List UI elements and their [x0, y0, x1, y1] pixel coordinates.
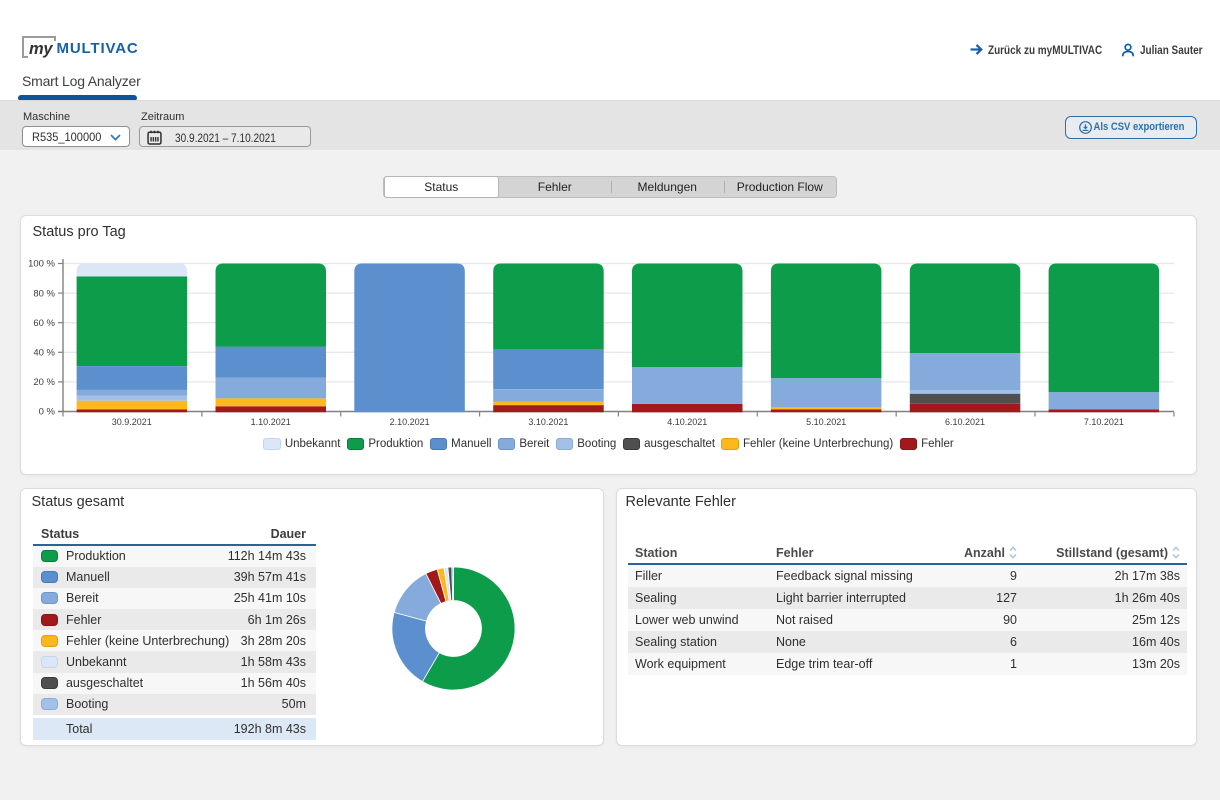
svg-text:5.10.2021: 5.10.2021: [806, 417, 846, 427]
svg-text:100 %: 100 %: [28, 259, 55, 270]
svg-text:30.9.2021: 30.9.2021: [112, 417, 152, 427]
svg-text:2.10.2021: 2.10.2021: [390, 417, 430, 427]
svg-text:0 %: 0 %: [39, 407, 56, 418]
svg-text:7.10.2021: 7.10.2021: [1084, 417, 1124, 427]
svg-text:4.10.2021: 4.10.2021: [667, 417, 707, 427]
svg-text:60 %: 60 %: [33, 318, 55, 329]
svg-text:6.10.2021: 6.10.2021: [945, 417, 985, 427]
svg-text:80 %: 80 %: [33, 288, 55, 299]
svg-text:20 %: 20 %: [33, 377, 55, 388]
svg-text:40 %: 40 %: [33, 348, 55, 359]
svg-text:1.10.2021: 1.10.2021: [251, 417, 291, 427]
svg-text:3.10.2021: 3.10.2021: [528, 417, 568, 427]
